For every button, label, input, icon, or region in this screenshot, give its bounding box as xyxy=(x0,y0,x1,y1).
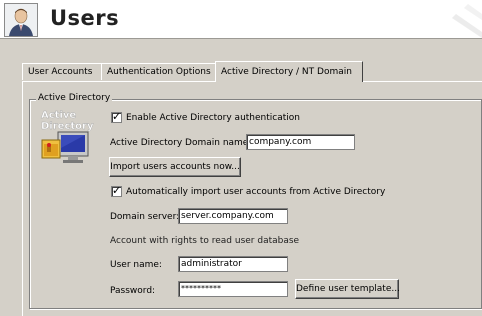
define-user-template-button[interactable]: Define user template... xyxy=(295,279,400,299)
domain-name-label: Active Directory Domain name: xyxy=(110,138,252,148)
tab-active-directory[interactable]: Active Directory / NT Domain xyxy=(215,61,363,82)
checkmark-icon: ✓ xyxy=(112,110,122,123)
page-header: Users xyxy=(0,0,482,39)
account-rights-label: Account with rights to read user databas… xyxy=(110,236,300,246)
import-users-button[interactable]: Import users accounts now... xyxy=(109,157,241,177)
domain-server-label: Domain server: xyxy=(110,212,180,222)
password-label: Password: xyxy=(110,286,156,296)
group-title: Active Directory xyxy=(36,93,113,103)
enable-ad-label: Enable Active Directory authentication xyxy=(126,113,300,123)
svg-text:Directory: Directory xyxy=(41,121,94,132)
auto-import-label: Automatically import user accounts from … xyxy=(126,187,386,197)
tab-authentication-options[interactable]: Authentication Options xyxy=(101,63,216,80)
domain-name-input[interactable]: company.com xyxy=(246,134,355,150)
enable-ad-checkbox[interactable]: ✓ xyxy=(111,110,122,123)
domain-server-input[interactable]: server.company.com xyxy=(178,208,288,224)
corner-decoration xyxy=(452,4,482,38)
password-input[interactable]: ********** xyxy=(178,281,288,297)
svg-text:Active: Active xyxy=(41,110,76,121)
username-label: User name: xyxy=(110,260,162,270)
tab-user-accounts[interactable]: User Accounts xyxy=(22,63,102,80)
page-title: Users xyxy=(50,6,120,30)
active-directory-icon: Active Directory xyxy=(38,108,102,172)
checkmark-icon: ✓ xyxy=(112,184,122,197)
username-input[interactable]: administrator xyxy=(178,256,288,272)
auto-import-checkbox[interactable]: ✓ xyxy=(111,184,122,197)
user-avatar-icon xyxy=(4,3,38,37)
